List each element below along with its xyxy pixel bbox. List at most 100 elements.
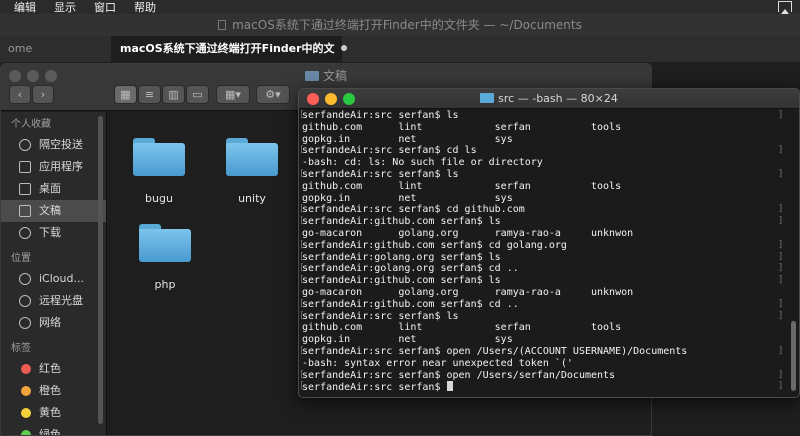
documents-icon [19, 205, 31, 217]
forward-button[interactable]: › [32, 85, 54, 104]
favorites-header: 个人收藏 [11, 119, 51, 130]
terminal-line-text: serfandeAir:src serfan$ [302, 382, 447, 394]
menu-window[interactable]: 窗口 [94, 0, 116, 15]
green-tag-icon [21, 430, 31, 435]
terminal-line-text: gopkg.in net sys [302, 192, 513, 204]
terminal-line: serfandeAir:golang.org serfan$ cd .. [299, 263, 799, 275]
terminal-line-text: serfandeAir:golang.org serfan$ ls [302, 251, 501, 263]
terminal-title-text: src — -bash — 80×24 [498, 92, 618, 105]
tags-header: 标签 [11, 343, 31, 354]
sidebar-item-remote-disc[interactable]: 远程光盘 [1, 290, 106, 312]
editor-titlebar: macOS系统下通过终端打开Finder中的文件夹 — ~/Documents [0, 14, 800, 36]
terminal-line: serfandeAir:src serfan$ ls [299, 169, 799, 181]
airplay-icon[interactable] [778, 1, 792, 14]
terminal-line-text: serfandeAir:src serfan$ ls [302, 310, 459, 322]
tab-home-label: ome [8, 42, 33, 55]
action-gear-button[interactable]: ⚙▾ [256, 85, 290, 104]
tab-active-label: macOS系统下通过终端打开Finder中的文 [120, 42, 335, 55]
terminal-line-text: go-macaron golang.org ramya-rao-a unknwo… [302, 286, 634, 298]
terminal-line-text: github.com lint serfan tools [302, 180, 622, 192]
terminal-line-text: gopkg.in net sys [302, 334, 513, 346]
unsaved-dot-icon[interactable] [340, 45, 347, 51]
folder-item[interactable]: php [130, 224, 200, 291]
sidebar-item-label: 桌面 [39, 182, 61, 195]
sidebar-item-label: 文稿 [39, 204, 61, 217]
sidebar-item-label: 黄色 [39, 406, 61, 419]
sidebar-item-label: 应用程序 [39, 160, 83, 173]
terminal-title: src — -bash — 80×24 [299, 92, 799, 105]
red-tag-icon [21, 364, 31, 374]
terminal-output[interactable]: serfandeAir:src serfan$ lsgithub.com lin… [299, 110, 799, 397]
folder-item[interactable]: bugu [124, 138, 194, 205]
terminal-line-text: serfandeAir:src serfan$ open /Users/serf… [302, 369, 616, 381]
list-view-button[interactable]: ≡ [138, 85, 161, 104]
sidebar-tag-orange[interactable]: 橙色 [1, 380, 106, 402]
terminal-line: serfandeAir:github.com serfan$ ls [299, 216, 799, 228]
terminal-line: gopkg.in net sys [302, 134, 799, 146]
locations-header: 位置 [11, 253, 31, 264]
sidebar-item-label: 下载 [39, 226, 61, 239]
menu-edit[interactable]: 编辑 [14, 0, 36, 15]
sidebar-scrollbar[interactable] [98, 116, 103, 424]
folder-icon [480, 93, 495, 103]
terminal-line-text: serfandeAir:github.com serfan$ cd golang… [302, 239, 567, 251]
terminal-line: serfandeAir:github.com serfan$ cd golang… [299, 239, 799, 252]
sidebar-item-label: 远程光盘 [39, 294, 83, 307]
terminal-line: github.com lint serfan tools [302, 122, 799, 134]
sidebar-tag-yellow[interactable]: 黄色 [1, 402, 106, 424]
icon-view-button[interactable]: ▦ [114, 85, 137, 104]
folder-item[interactable]: unity [217, 138, 287, 205]
terminal-line-text: go-macaron golang.org ramya-rao-a unknwo… [302, 227, 634, 239]
sidebar-item-label: 橙色 [39, 384, 61, 397]
terminal-line: serfandeAir:src serfan$ ls [299, 310, 799, 323]
tab-active-document[interactable]: macOS系统下通过终端打开Finder中的文 [112, 36, 347, 62]
document-icon [218, 20, 227, 30]
group-button[interactable]: ▦▾ [216, 85, 250, 104]
terminal-line-text: gopkg.in net sys [302, 133, 513, 145]
disc-icon [19, 295, 31, 307]
gallery-view-button[interactable]: ▭ [186, 85, 209, 104]
terminal-titlebar: src — -bash — 80×24 [299, 89, 799, 109]
terminal-line: gopkg.in net sys [302, 334, 799, 346]
terminal-line-text: serfandeAir:src serfan$ cd ls [302, 145, 477, 157]
folder-name: unity [238, 192, 266, 205]
network-icon [19, 317, 31, 329]
finder-sidebar: 个人收藏 隔空投送 应用程序 桌面 文稿 下载 位置 iCloud... 远程光… [1, 112, 107, 435]
column-view-button[interactable]: ▥ [162, 85, 185, 104]
terminal-line-text: serfandeAir:golang.org serfan$ cd .. [302, 263, 519, 275]
sidebar-item-downloads[interactable]: 下载 [1, 222, 106, 244]
yellow-tag-icon [21, 408, 31, 418]
terminal-line-text: serfandeAir:github.com serfan$ cd .. [302, 298, 519, 310]
menu-help[interactable]: 帮助 [134, 0, 156, 15]
folder-icon [226, 138, 278, 176]
sidebar-item-label: 红色 [39, 362, 61, 375]
menu-view[interactable]: 显示 [54, 0, 76, 15]
terminal-line: serfandeAir:golang.org serfan$ ls [299, 251, 799, 264]
terminal-line: go-macaron golang.org ramya-rao-a unknwo… [302, 287, 799, 299]
menu-bar: 编辑 显示 窗口 帮助 [0, 0, 800, 14]
sidebar-item-network[interactable]: 网络 [1, 312, 106, 334]
download-icon [19, 227, 31, 239]
back-button[interactable]: ‹ [9, 85, 31, 104]
tab-home[interactable]: ome [0, 36, 112, 62]
sidebar-tag-red[interactable]: 红色 [1, 358, 106, 380]
terminal-cursor [446, 381, 453, 392]
sidebar-item-icloud[interactable]: iCloud... [1, 268, 106, 290]
terminal-line-text: github.com lint serfan tools [302, 322, 622, 334]
terminal-line: serfandeAir:src serfan$ cd ls [299, 145, 799, 157]
folder-icon [133, 138, 185, 176]
sidebar-item-label: iCloud... [39, 272, 84, 285]
folder-name: bugu [145, 192, 173, 205]
sidebar-tag-green[interactable]: 绿色 [1, 424, 106, 435]
terminal-line-text: serfandeAir:github.com serfan$ ls [302, 216, 501, 228]
sidebar-item-documents[interactable]: 文稿 [1, 200, 106, 222]
terminal-line: serfandeAir:github.com serfan$ ls [299, 275, 799, 287]
sidebar-item-airdrop[interactable]: 隔空投送 [1, 134, 106, 156]
terminal-line-text: serfandeAir:src serfan$ cd github.com [302, 204, 525, 216]
terminal-scrollbar[interactable] [791, 321, 796, 391]
terminal-line: go-macaron golang.org ramya-rao-a unknwo… [302, 228, 799, 240]
sidebar-item-applications[interactable]: 应用程序 [1, 156, 106, 178]
sidebar-item-desktop[interactable]: 桌面 [1, 178, 106, 200]
sidebar-item-label: 隔空投送 [39, 138, 83, 151]
terminal-line-text: serfandeAir:src serfan$ open /Users/(ACC… [302, 345, 688, 357]
